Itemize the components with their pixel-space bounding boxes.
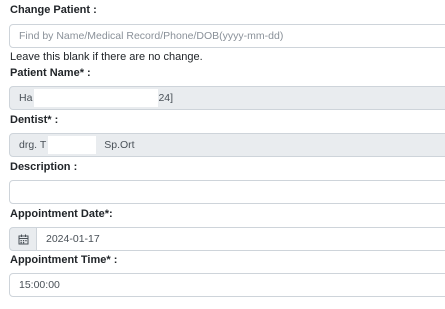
appointment-time-input[interactable]: 15:00:00 — [9, 273, 445, 297]
appointment-time-value: 15:00:00 — [19, 279, 60, 291]
change-patient-label: Change Patient : — [10, 4, 97, 16]
patient-name-field: Ha 24] — [9, 86, 445, 110]
description-label: Description : — [10, 161, 78, 173]
dentist-label: Dentist* : — [10, 114, 59, 126]
appointment-date-value: 2024-01-17 — [46, 233, 100, 245]
dentist-field: drg. T Sp.Ort — [9, 133, 445, 157]
change-patient-placeholder: Find by Name/Medical Record/Phone/DOB(yy… — [19, 30, 284, 42]
appointment-date-label: Appointment Date*: — [10, 208, 113, 220]
appointment-time-label: Appointment Time* : — [10, 254, 118, 266]
dentist-value-start: drg. T — [19, 139, 47, 151]
date-picker-button[interactable] — [9, 227, 37, 251]
change-patient-help-text: Leave this blank if there are no change. — [10, 51, 203, 63]
appointment-date-input[interactable]: 2024-01-17 — [36, 227, 445, 251]
change-patient-search-input[interactable]: Find by Name/Medical Record/Phone/DOB(yy… — [9, 24, 445, 48]
redaction-mask — [34, 89, 159, 107]
patient-name-value-end: 24] — [158, 92, 174, 104]
patient-name-label: Patient Name* : — [10, 67, 91, 79]
dentist-value-end: Sp.Ort — [104, 139, 135, 151]
calendar-icon — [18, 234, 28, 244]
redaction-mask — [48, 136, 97, 154]
description-input[interactable] — [9, 180, 445, 204]
patient-name-value-start: Ha — [19, 92, 33, 104]
